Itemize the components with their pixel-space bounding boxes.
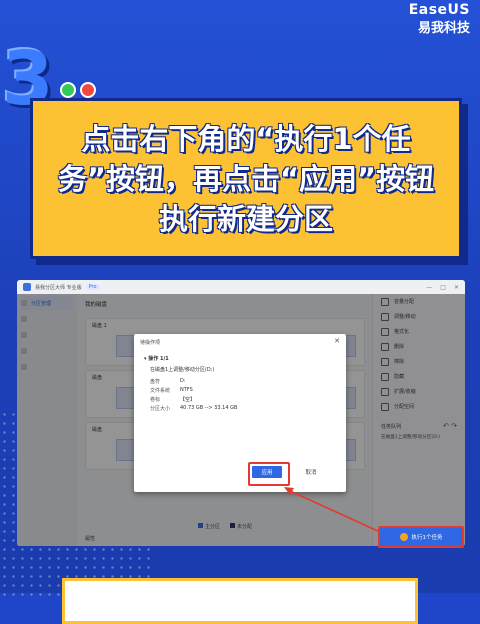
detail-value: 【空】 xyxy=(180,397,196,403)
instruction-banner: 点击右下角的“执行1个任务”按钮，再点击“应用”按钮执行新建分区 xyxy=(30,98,462,259)
dialog-title: 待操作项 xyxy=(140,340,161,346)
detail-row: 卷标 【空】 xyxy=(134,395,346,404)
brand-zh: 易我科技 xyxy=(417,21,470,36)
operation-header[interactable]: ▾ 操作 1/1 xyxy=(134,351,346,366)
apply-button[interactable]: 应用 xyxy=(252,466,282,478)
banner-text: 点击右下角的“执行1个任务”按钮，再点击“应用”按钮执行新建分区 xyxy=(57,121,435,236)
cancel-button[interactable]: 取消 xyxy=(296,466,326,478)
close-icon[interactable]: ✕ xyxy=(334,337,340,345)
dialog-buttons: 应用 取消 xyxy=(252,466,326,478)
brand-en: EaseUS xyxy=(408,2,470,18)
brand-logo: EaseUS 易我科技 xyxy=(409,2,470,36)
app-logo-icon xyxy=(23,283,31,291)
detail-row: 盘符 D: xyxy=(134,377,346,386)
green-dot-icon xyxy=(60,82,76,98)
detail-value: D: xyxy=(180,378,186,384)
detail-value: NTFS xyxy=(180,387,193,393)
detail-key: 卷标 xyxy=(150,397,161,403)
minimize-icon[interactable]: — xyxy=(426,284,432,291)
detail-value: 40.73 GB --> 33.14 GB xyxy=(180,405,238,411)
task-count-badge-icon xyxy=(399,533,408,541)
execute-button-label: 执行1个任务 xyxy=(411,535,443,541)
detail-row: 文件系统 NTFS xyxy=(134,386,346,395)
window-controls: — □ ✕ xyxy=(426,284,459,291)
app-titlebar: 易我分区大师 专业版 Pro — □ ✕ xyxy=(17,280,465,294)
pro-badge: Pro xyxy=(85,284,100,290)
detail-key: 盘符 xyxy=(150,379,161,385)
app-title: 易我分区大师 专业版 xyxy=(35,284,82,291)
detail-key: 文件系统 xyxy=(150,388,171,394)
execute-tasks-button[interactable]: 执行1个任务 xyxy=(378,526,464,548)
operation-header-label: 操作 1/1 xyxy=(148,356,169,362)
note-box xyxy=(62,578,418,624)
pending-operations-dialog: 待操作项 ✕ ▾ 操作 1/1 在磁盘1上调整/移动分区(D:) 盘符 D: 文件… xyxy=(134,334,346,492)
close-icon[interactable]: ✕ xyxy=(454,284,459,291)
detail-key: 分区大小 xyxy=(150,406,171,412)
maximize-icon[interactable]: □ xyxy=(440,284,446,291)
detail-row: 分区大小 40.73 GB --> 33.14 GB xyxy=(134,404,346,413)
operation-description: 在磁盘1上调整/移动分区(D:) xyxy=(150,367,215,373)
red-dot-icon xyxy=(80,82,96,98)
